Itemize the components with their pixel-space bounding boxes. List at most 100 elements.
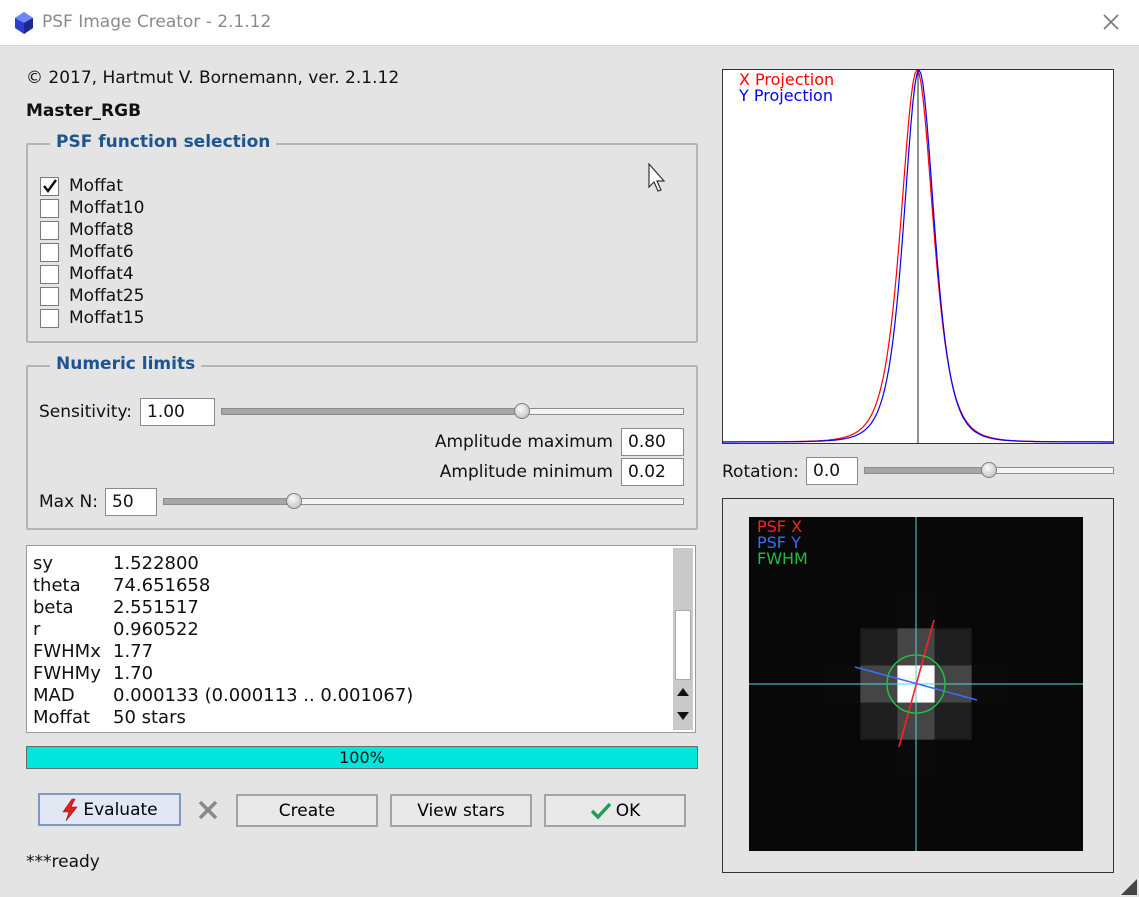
window-title: PSF Image Creator - 2.1.12 [42, 12, 272, 32]
psf-option-moffat25[interactable]: Moffat25 [40, 285, 145, 307]
psf-pixel [823, 739, 861, 778]
sensitivity-slider[interactable] [221, 403, 684, 419]
psf-pixel [1045, 628, 1083, 666]
psf-pixel [786, 591, 824, 629]
psf-option-moffat8[interactable]: Moffat8 [40, 219, 134, 241]
checkbox[interactable] [40, 308, 59, 328]
psf-pixel [971, 554, 1010, 592]
lightning-icon [62, 798, 78, 821]
psf-pixel [934, 776, 973, 815]
psf-pixel [1008, 628, 1047, 666]
psf-option-label: Moffat6 [69, 242, 134, 262]
psf-pixel [971, 702, 1010, 741]
max-n-input[interactable]: 50 [105, 488, 157, 516]
max-n-slider[interactable] [163, 493, 684, 509]
psf-pixel [934, 554, 973, 592]
resize-grip-icon[interactable] [1121, 879, 1137, 895]
psf-app-icon [15, 12, 33, 34]
cancel-x-icon[interactable] [197, 799, 219, 821]
log-value: 0.000133 (0.000113 .. 0.001067) [113, 685, 414, 706]
sensitivity-input[interactable]: 1.00 [140, 398, 215, 426]
view-stars-label: View stars [417, 800, 505, 821]
psf-pixel [971, 517, 1010, 555]
log-value: 50 stars [113, 707, 186, 728]
psf-option-moffat10[interactable]: Moffat10 [40, 197, 145, 219]
amplitude-minimum-input[interactable]: 0.02 [621, 458, 684, 486]
psf-option-label: Moffat8 [69, 220, 134, 240]
sensitivity-slider-thumb[interactable] [513, 403, 530, 419]
psf-pixel [1008, 813, 1047, 851]
psf-pixel [749, 813, 787, 851]
psf-option-label: Moffat [69, 176, 123, 196]
mouse-cursor-icon [648, 163, 666, 192]
checkbox[interactable] [40, 220, 59, 240]
amplitude-maximum-label: Amplitude maximum [434, 432, 613, 452]
psf-option-moffat15[interactable]: Moffat15 [40, 307, 145, 329]
log-value: 1.522800 [113, 553, 199, 574]
psf-option-moffat6[interactable]: Moffat6 [40, 241, 134, 263]
psf-pixel [860, 776, 898, 815]
psf-pixel [1045, 517, 1083, 555]
close-icon[interactable] [1099, 10, 1123, 34]
checkbox[interactable] [40, 286, 59, 306]
psf-pixel [786, 628, 824, 666]
psf-option-moffat4[interactable]: Moffat4 [40, 263, 134, 285]
create-button[interactable]: Create [236, 794, 378, 827]
psf-pixel [823, 517, 861, 555]
log-key: beta [33, 597, 74, 618]
rotation-input[interactable]: 0.0 [806, 457, 858, 485]
psf-pixel [934, 591, 973, 629]
amplitude-minimum-label: Amplitude minimum [439, 462, 613, 482]
max-n-label: Max N: [39, 492, 98, 512]
ok-button[interactable]: OK [544, 794, 686, 827]
psf-pixel [860, 554, 898, 592]
log-key: FWHMx [33, 641, 101, 662]
psf-pixel [1045, 591, 1083, 629]
log-key: Moffat [33, 707, 91, 728]
psf-pixel [786, 776, 824, 815]
psf-pixel [860, 813, 898, 851]
log-scroll-thumb[interactable] [675, 610, 691, 680]
checkbox[interactable] [40, 242, 59, 262]
psf-pixel [1008, 776, 1047, 815]
checkbox[interactable] [40, 264, 59, 284]
checkbox[interactable] [40, 176, 59, 196]
evaluate-button[interactable]: Evaluate [38, 793, 181, 826]
psf-pixel [823, 628, 861, 666]
psf-image-view: PSF X PSF Y FWHM [722, 498, 1114, 873]
view-stars-button[interactable]: View stars [390, 794, 532, 827]
psf-pixel [860, 739, 898, 778]
log-key: FWHMy [33, 663, 101, 684]
psf-pixel [971, 591, 1010, 629]
psf-pixel [823, 776, 861, 815]
image-name: Master_RGB [26, 101, 142, 121]
amplitude-maximum-input[interactable]: 0.80 [621, 428, 684, 456]
psf-pixel [860, 517, 898, 555]
psf-pixel [971, 739, 1010, 778]
psf-pixel [971, 776, 1010, 815]
psf-pixel [1045, 554, 1083, 592]
numeric-limits-title: Numeric limits [50, 354, 202, 374]
rotation-slider-thumb[interactable] [981, 462, 997, 478]
log-key: MAD [33, 685, 75, 706]
check-icon [43, 178, 57, 193]
psf-pixel [934, 517, 973, 555]
psf-pixel [823, 813, 861, 851]
projection-plot: X Projection Y Projection [722, 69, 1114, 444]
results-log[interactable]: sy 1.522800 theta 74.651658 beta 2.551517 r 0.9… [26, 545, 696, 733]
sensitivity-label: Sensitivity: [39, 402, 132, 422]
psf-pixel [934, 628, 973, 666]
checkbox[interactable] [40, 198, 59, 218]
psf-pixel [823, 702, 861, 741]
psf-pixel [786, 739, 824, 778]
fwhm-label: FWHM [757, 549, 808, 568]
scroll-up-icon[interactable] [676, 686, 690, 698]
scroll-down-icon[interactable] [676, 710, 690, 722]
log-scrollbar[interactable] [673, 548, 693, 730]
rotation-slider[interactable] [864, 462, 1114, 478]
log-value: 1.70 [113, 663, 154, 684]
max-n-slider-thumb[interactable] [285, 493, 302, 509]
psf-option-moffat[interactable]: Moffat [40, 175, 123, 197]
psf-pixel [860, 628, 898, 666]
psf-pixel [1008, 739, 1047, 778]
